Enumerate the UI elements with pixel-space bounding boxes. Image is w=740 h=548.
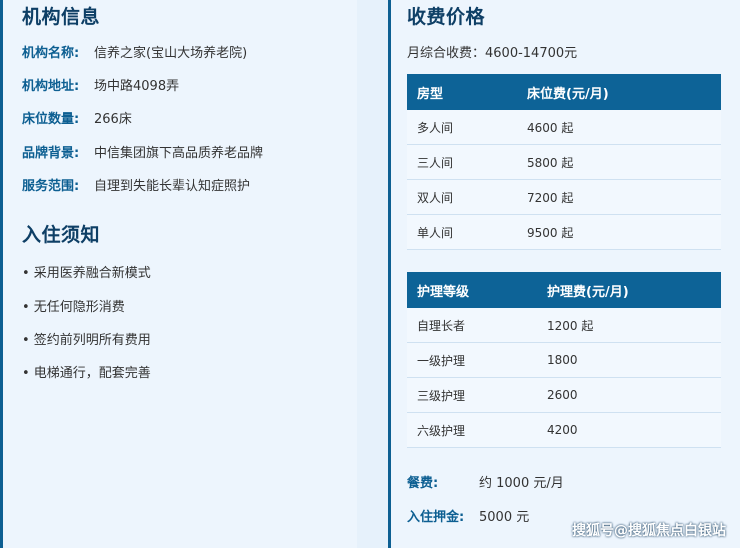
institution-panel: 机构信息 机构名称: 信养之家(宝山大场养老院) 机构地址: 场中路4098弄 床位… (0, 0, 357, 548)
room-price-table: 房型 床位费(元/月) 多人间 4600 起 三人间 5800 起 双人间 72… (407, 74, 721, 250)
notice-item: • 签约前列明所有费用 (22, 333, 151, 348)
info-label: 机构地址: (22, 79, 80, 94)
fee-label: 餐费: (407, 476, 439, 491)
table-row: 三人间 5800 起 (407, 144, 721, 180)
table-cell: 自理长者 (407, 308, 537, 343)
notice-item: • 电梯通行，配套完善 (22, 366, 151, 381)
table-row: 三级护理 2600 (407, 377, 721, 413)
table-cell: 六级护理 (407, 412, 537, 448)
table-cell: 三级护理 (407, 377, 537, 413)
info-label: 床位数量: (22, 112, 80, 127)
info-value: 中信集团旗下高品质养老品牌 (94, 146, 264, 161)
info-value: 信养之家(宝山大场养老院) (94, 46, 248, 61)
table-header: 护理费(元/月) (537, 272, 721, 308)
fee-label: 入住押金: (407, 510, 465, 525)
info-label: 服务范围: (22, 179, 80, 194)
notice-item: • 采用医养融合新模式 (22, 266, 151, 281)
notice-item: • 无任何隐形消费 (22, 300, 125, 315)
info-label: 机构名称: (22, 46, 80, 61)
table-cell: 9500 起 (517, 214, 721, 250)
info-row-service: 服务范围: 自理到失能长辈认知症照护 (22, 175, 250, 194)
meal-fee: 餐费: 约 1000 元/月 (407, 472, 564, 491)
info-row-brand: 品牌背景: 中信集团旗下高品质养老品牌 (22, 142, 263, 161)
table-cell: 4600 起 (517, 110, 721, 145)
care-price-table: 护理等级 护理费(元/月) 自理长者 1200 起 一级护理 1800 三级护理… (407, 272, 721, 448)
table-header: 床位费(元/月) (517, 74, 721, 110)
table-row: 多人间 4600 起 (407, 110, 721, 145)
pricing-title: 收费价格 (407, 6, 486, 28)
table-cell: 1200 起 (537, 308, 721, 343)
table-cell: 一级护理 (407, 342, 537, 378)
table-cell: 5800 起 (517, 144, 721, 180)
table-cell: 1800 (537, 342, 721, 378)
table-row: 双人间 7200 起 (407, 179, 721, 215)
table-row: 六级护理 4200 (407, 412, 721, 448)
table-header: 护理等级 (407, 272, 537, 308)
fee-value: 约 1000 元/月 (479, 476, 564, 491)
institution-title: 机构信息 (22, 6, 101, 28)
info-value: 自理到失能长辈认知症照护 (94, 179, 251, 194)
info-label: 品牌背景: (22, 146, 80, 161)
info-row-beds: 床位数量: 266床 (22, 108, 132, 127)
fee-value: 5000 元 (479, 510, 530, 525)
table-cell: 三人间 (407, 144, 517, 180)
table-cell: 7200 起 (517, 179, 721, 215)
info-row-name: 机构名称: 信养之家(宝山大场养老院) (22, 42, 247, 61)
table-cell: 2600 (537, 377, 721, 413)
monthly-total: 月综合收费：4600-14700元 (407, 46, 578, 61)
info-value: 场中路4098弄 (94, 79, 180, 94)
table-row: 自理长者 1200 起 (407, 308, 721, 343)
table-row: 单人间 9500 起 (407, 214, 721, 250)
info-value: 266床 (94, 112, 132, 127)
info-row-address: 机构地址: 场中路4098弄 (22, 75, 179, 94)
table-row: 一级护理 1800 (407, 342, 721, 378)
deposit-fee: 入住押金: 5000 元 (407, 506, 529, 525)
table-header-row: 护理等级 护理费(元/月) (407, 272, 721, 308)
pricing-panel: 收费价格 月综合收费：4600-14700元 房型 床位费(元/月) 多人间 4… (388, 0, 740, 548)
watermark: 搜狐号@搜狐焦点白银站 (572, 523, 726, 539)
table-cell: 双人间 (407, 179, 517, 215)
table-cell: 4200 (537, 412, 721, 448)
table-header-row: 房型 床位费(元/月) (407, 74, 721, 110)
table-cell: 单人间 (407, 214, 517, 250)
table-header: 房型 (407, 74, 517, 110)
notice-title: 入住须知 (22, 224, 101, 246)
table-cell: 多人间 (407, 110, 517, 145)
